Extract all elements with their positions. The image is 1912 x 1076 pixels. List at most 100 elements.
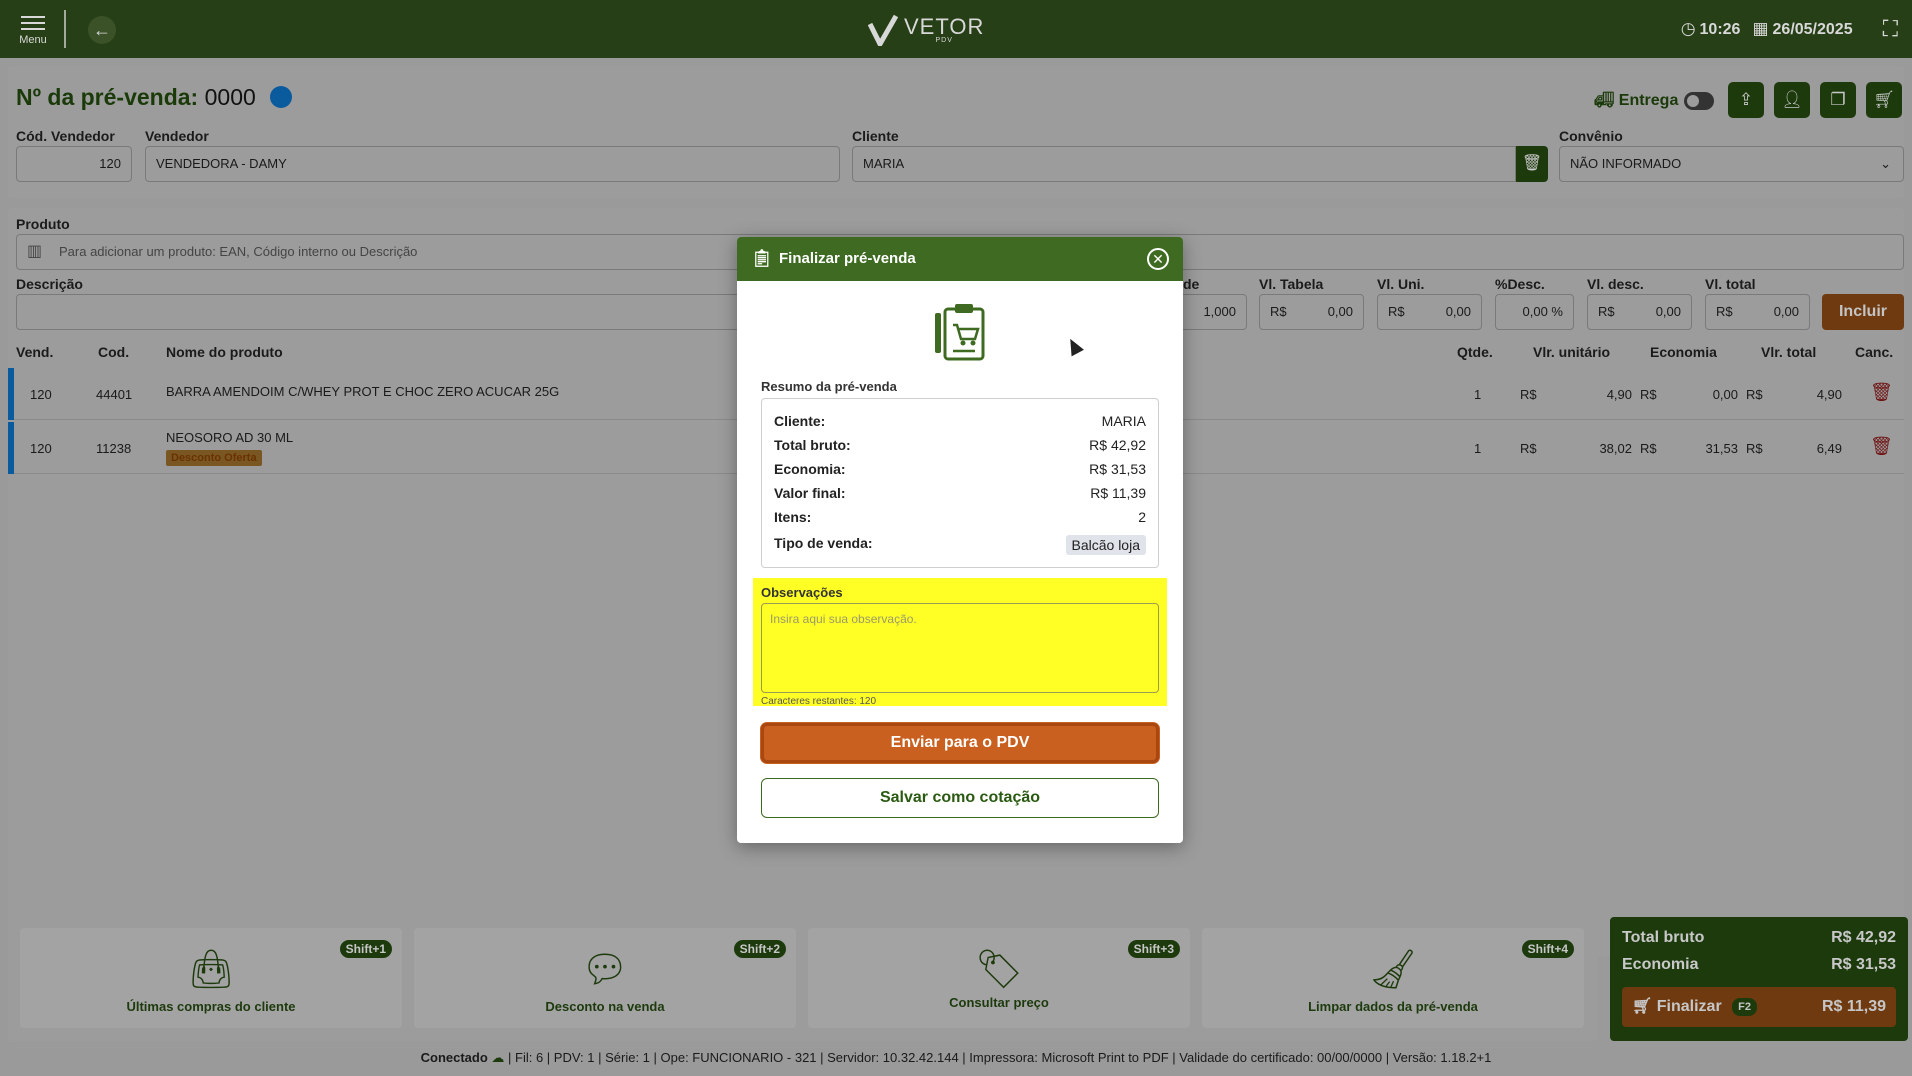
entrega-text: Entrega — [1618, 92, 1679, 109]
desc-pct-label: %Desc. — [1495, 276, 1545, 292]
ultimas-compras-card[interactable]: Shift+1 👜︎ Últimas compras do cliente — [20, 928, 402, 1028]
currency: R$ — [1388, 304, 1405, 319]
observacoes-label: Observações — [761, 585, 843, 600]
total-bruto-value: R$ 42,92 — [1831, 929, 1896, 946]
incluir-button[interactable]: Incluir — [1822, 294, 1904, 330]
clipboard-cart-icon: 📋︎ — [751, 249, 773, 268]
card-label: Desconto na venda — [545, 999, 665, 1014]
row-vend: 120 — [30, 387, 52, 402]
price-tag-search-icon: 🏷︎ — [974, 949, 1024, 991]
row-eco: 0,00 — [1712, 387, 1738, 402]
card-label: Consultar preço — [949, 995, 1049, 1010]
convenio-label: Convênio — [1559, 128, 1623, 144]
cliente-field[interactable]: MARIA — [852, 146, 1516, 182]
summary-row: Itens: 2 — [774, 509, 1146, 533]
modal-title: Finalizar pré-venda — [779, 250, 916, 267]
summary-key: Cliente: — [774, 413, 826, 429]
qtde-label: de — [1183, 276, 1200, 292]
row-currency: R$ — [1746, 387, 1763, 402]
row-currency: R$ — [1520, 387, 1537, 402]
truck-icon: 🚚︎ — [1594, 92, 1615, 109]
finalizar-modal: 📋︎ Finalizar pré-venda ✕ Resumo da pré-v… — [737, 237, 1183, 843]
vl-tabela-field[interactable]: R$ 0,00 — [1259, 294, 1364, 330]
row-currency: R$ — [1640, 387, 1657, 402]
remove-client-button[interactable]: 🗑︎ — [1516, 146, 1548, 182]
close-icon[interactable]: ✕ — [1147, 248, 1169, 270]
entrega-toggle[interactable] — [1684, 92, 1714, 110]
enviar-pdv-button[interactable]: Enviar para o PDV — [761, 723, 1159, 763]
row-cod: 44401 — [96, 387, 133, 402]
vendedor-label: Vendedor — [145, 128, 209, 144]
row-total: 4,90 — [1816, 387, 1842, 402]
logo: VETOR PDV — [868, 10, 984, 50]
tipo-venda-chip: Balcão loja — [1065, 535, 1146, 555]
finalizar-value: R$ 11,39 — [1821, 998, 1886, 1015]
convenio-select[interactable]: NÃO INFORMADO ⌄ — [1559, 146, 1904, 182]
economia-label: Economia — [1622, 956, 1699, 973]
row-eco: 31,53 — [1705, 441, 1738, 456]
vl-desc-field[interactable]: R$ 0,00 — [1587, 294, 1692, 330]
total-bruto-label: Total bruto — [1622, 929, 1705, 946]
cod-vendedor-field[interactable]: 120 — [16, 146, 132, 182]
add-client-button[interactable]: 👤︎ — [1774, 82, 1810, 118]
summary-value: 2 — [1138, 509, 1146, 525]
hamburger-icon — [14, 16, 52, 30]
col-cod: Cod. — [98, 344, 130, 360]
vl-uni-label: Vl. Uni. — [1377, 276, 1425, 292]
row-cod: 11238 — [96, 441, 132, 456]
char-counter: Caracteres restantes: 120 — [761, 696, 877, 707]
summary-row: Economia: R$ 31,53 — [774, 461, 1146, 485]
produto-placeholder: Para adicionar um produto: EAN, Código i… — [59, 244, 418, 259]
cliente-label: Cliente — [852, 128, 899, 144]
cloud-icon: ☁︎ — [491, 1050, 505, 1065]
calendar-icon: ▦ — [1752, 19, 1769, 38]
copy-button[interactable]: ❐ — [1820, 82, 1856, 118]
summary-key: Total bruto: — [774, 437, 851, 453]
vl-uni-field[interactable]: R$ 0,00 — [1377, 294, 1482, 330]
delete-row-icon[interactable]: 🗑︎ — [1870, 436, 1893, 457]
vl-desc-value: 0,00 — [1655, 304, 1681, 319]
observacoes-section: Observações Caracteres restantes: 120 — [753, 578, 1167, 707]
descricao-field[interactable] — [16, 294, 776, 330]
date: ▦ 26/05/2025 — [1752, 19, 1852, 39]
observacoes-input[interactable] — [761, 603, 1159, 693]
tipo-venda-label: Tipo de venda: — [774, 535, 873, 551]
vl-total-field[interactable]: R$ 0,00 — [1705, 294, 1810, 330]
menu-button[interactable]: Menu — [14, 12, 52, 46]
clipboard-cart-illustration-icon — [935, 304, 985, 361]
cart-icon: 🛒︎ — [1632, 998, 1653, 1015]
limpar-dados-card[interactable]: Shift+4 🧹︎ Limpar dados da pré-venda — [1202, 928, 1584, 1028]
vendedor-field[interactable]: VENDEDORA - DAMY — [145, 146, 840, 182]
entrega-label: 🚚︎ Entrega — [1594, 90, 1678, 110]
vl-tabela-value: 0,00 — [1327, 304, 1353, 319]
back-arrow-icon[interactable]: ← — [88, 16, 116, 44]
delete-row-icon[interactable]: 🗑︎ — [1870, 382, 1893, 403]
fullscreen-icon[interactable]: ⛶ — [1883, 16, 1898, 42]
barcode-icon: ▥ — [27, 243, 43, 260]
vl-total-value: 0,00 — [1773, 304, 1799, 319]
date-text: 26/05/2025 — [1772, 21, 1853, 38]
finalizar-button[interactable]: 🛒︎ Finalizar F2 R$ 11,39 — [1622, 987, 1896, 1027]
title-number: 0000 — [204, 84, 256, 110]
desc-pct-field[interactable]: 0,00 % — [1495, 294, 1574, 330]
vl-total-label: Vl. total — [1705, 276, 1756, 292]
cart-button[interactable]: 🛒︎ — [1866, 82, 1902, 118]
share-button[interactable]: ⇪ — [1728, 82, 1764, 118]
salvar-cotacao-button[interactable]: Salvar como cotação — [761, 778, 1159, 818]
discount-bubble-icon: 💬︎ — [580, 949, 630, 991]
desconto-card[interactable]: Shift+2 💬︎ Desconto na venda — [414, 928, 796, 1028]
produto-label: Produto — [16, 216, 70, 232]
summary-value: R$ 42,92 — [1089, 437, 1146, 453]
summary-value: R$ 11,39 — [1090, 485, 1146, 501]
card-label: Limpar dados da pré-venda — [1308, 999, 1478, 1014]
row-unit: 4,90 — [1606, 387, 1632, 402]
trash-icon: 🗑︎ — [1521, 155, 1543, 172]
summary-title: Resumo da pré-venda — [761, 379, 897, 394]
vl-uni-value: 0,00 — [1445, 304, 1471, 319]
row-vend: 120 — [30, 441, 52, 456]
total-bruto-row: Total bruto R$ 42,92 — [1622, 929, 1896, 947]
discount-badge: Desconto Oferta — [166, 450, 262, 466]
page-title: Nº da pré-venda: 0000 — [16, 84, 293, 111]
consultar-preco-card[interactable]: Shift+3 🏷︎ Consultar preço — [808, 928, 1190, 1028]
row-currency: R$ — [1520, 441, 1537, 456]
